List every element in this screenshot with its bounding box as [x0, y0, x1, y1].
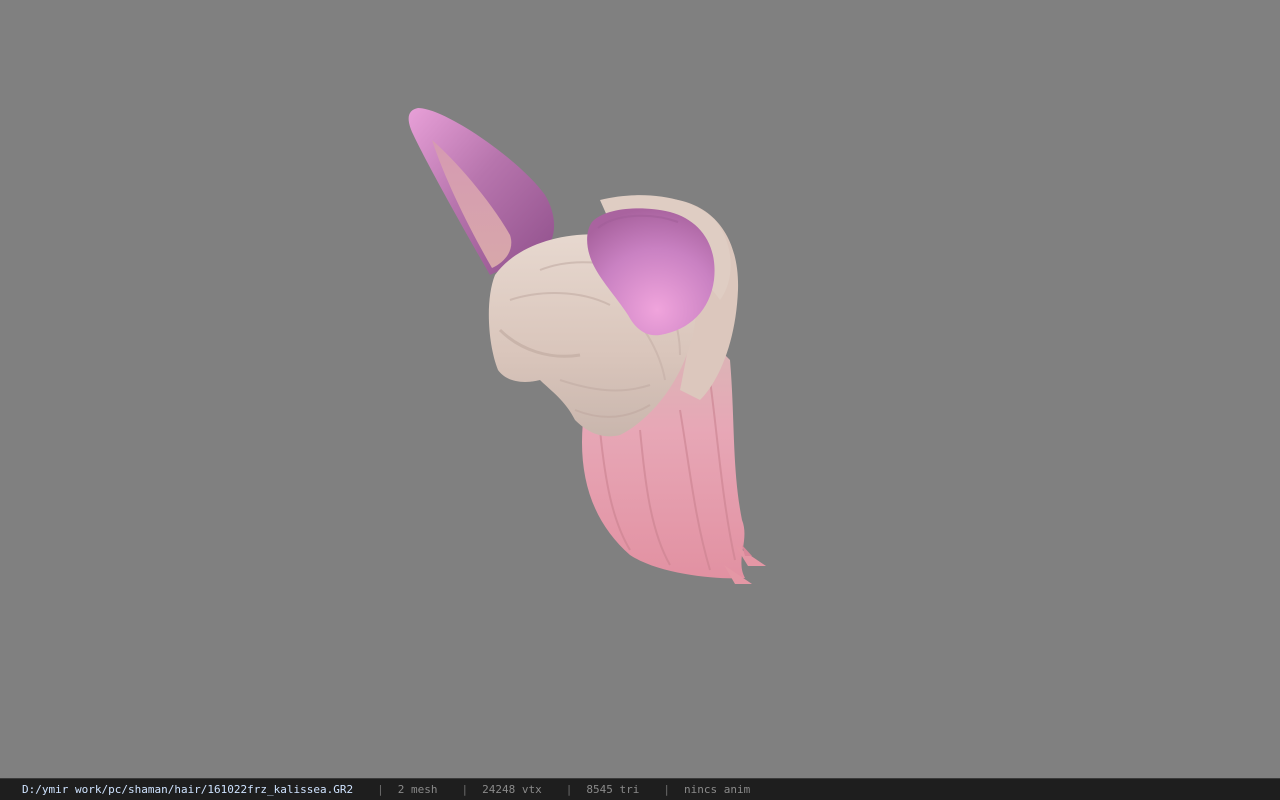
- vertex-count-label: 24248 vtx: [482, 783, 542, 796]
- 3d-viewport[interactable]: [0, 0, 1280, 778]
- animation-status-label: nincs anim: [683, 783, 751, 796]
- status-bar: D:/ymir work/pc/shaman/hair/161022frz_ka…: [0, 778, 1280, 800]
- separator: |: [377, 783, 384, 796]
- separator: |: [461, 783, 469, 796]
- separator: |: [565, 783, 573, 796]
- mesh-count-label: 2 mesh: [397, 783, 438, 796]
- triangle-count-label: 8545 tri: [586, 783, 640, 796]
- separator: |: [663, 783, 670, 796]
- file-path-label: D:/ymir work/pc/shaman/hair/161022frz_ka…: [22, 783, 354, 796]
- hair-model-render[interactable]: [0, 0, 1280, 778]
